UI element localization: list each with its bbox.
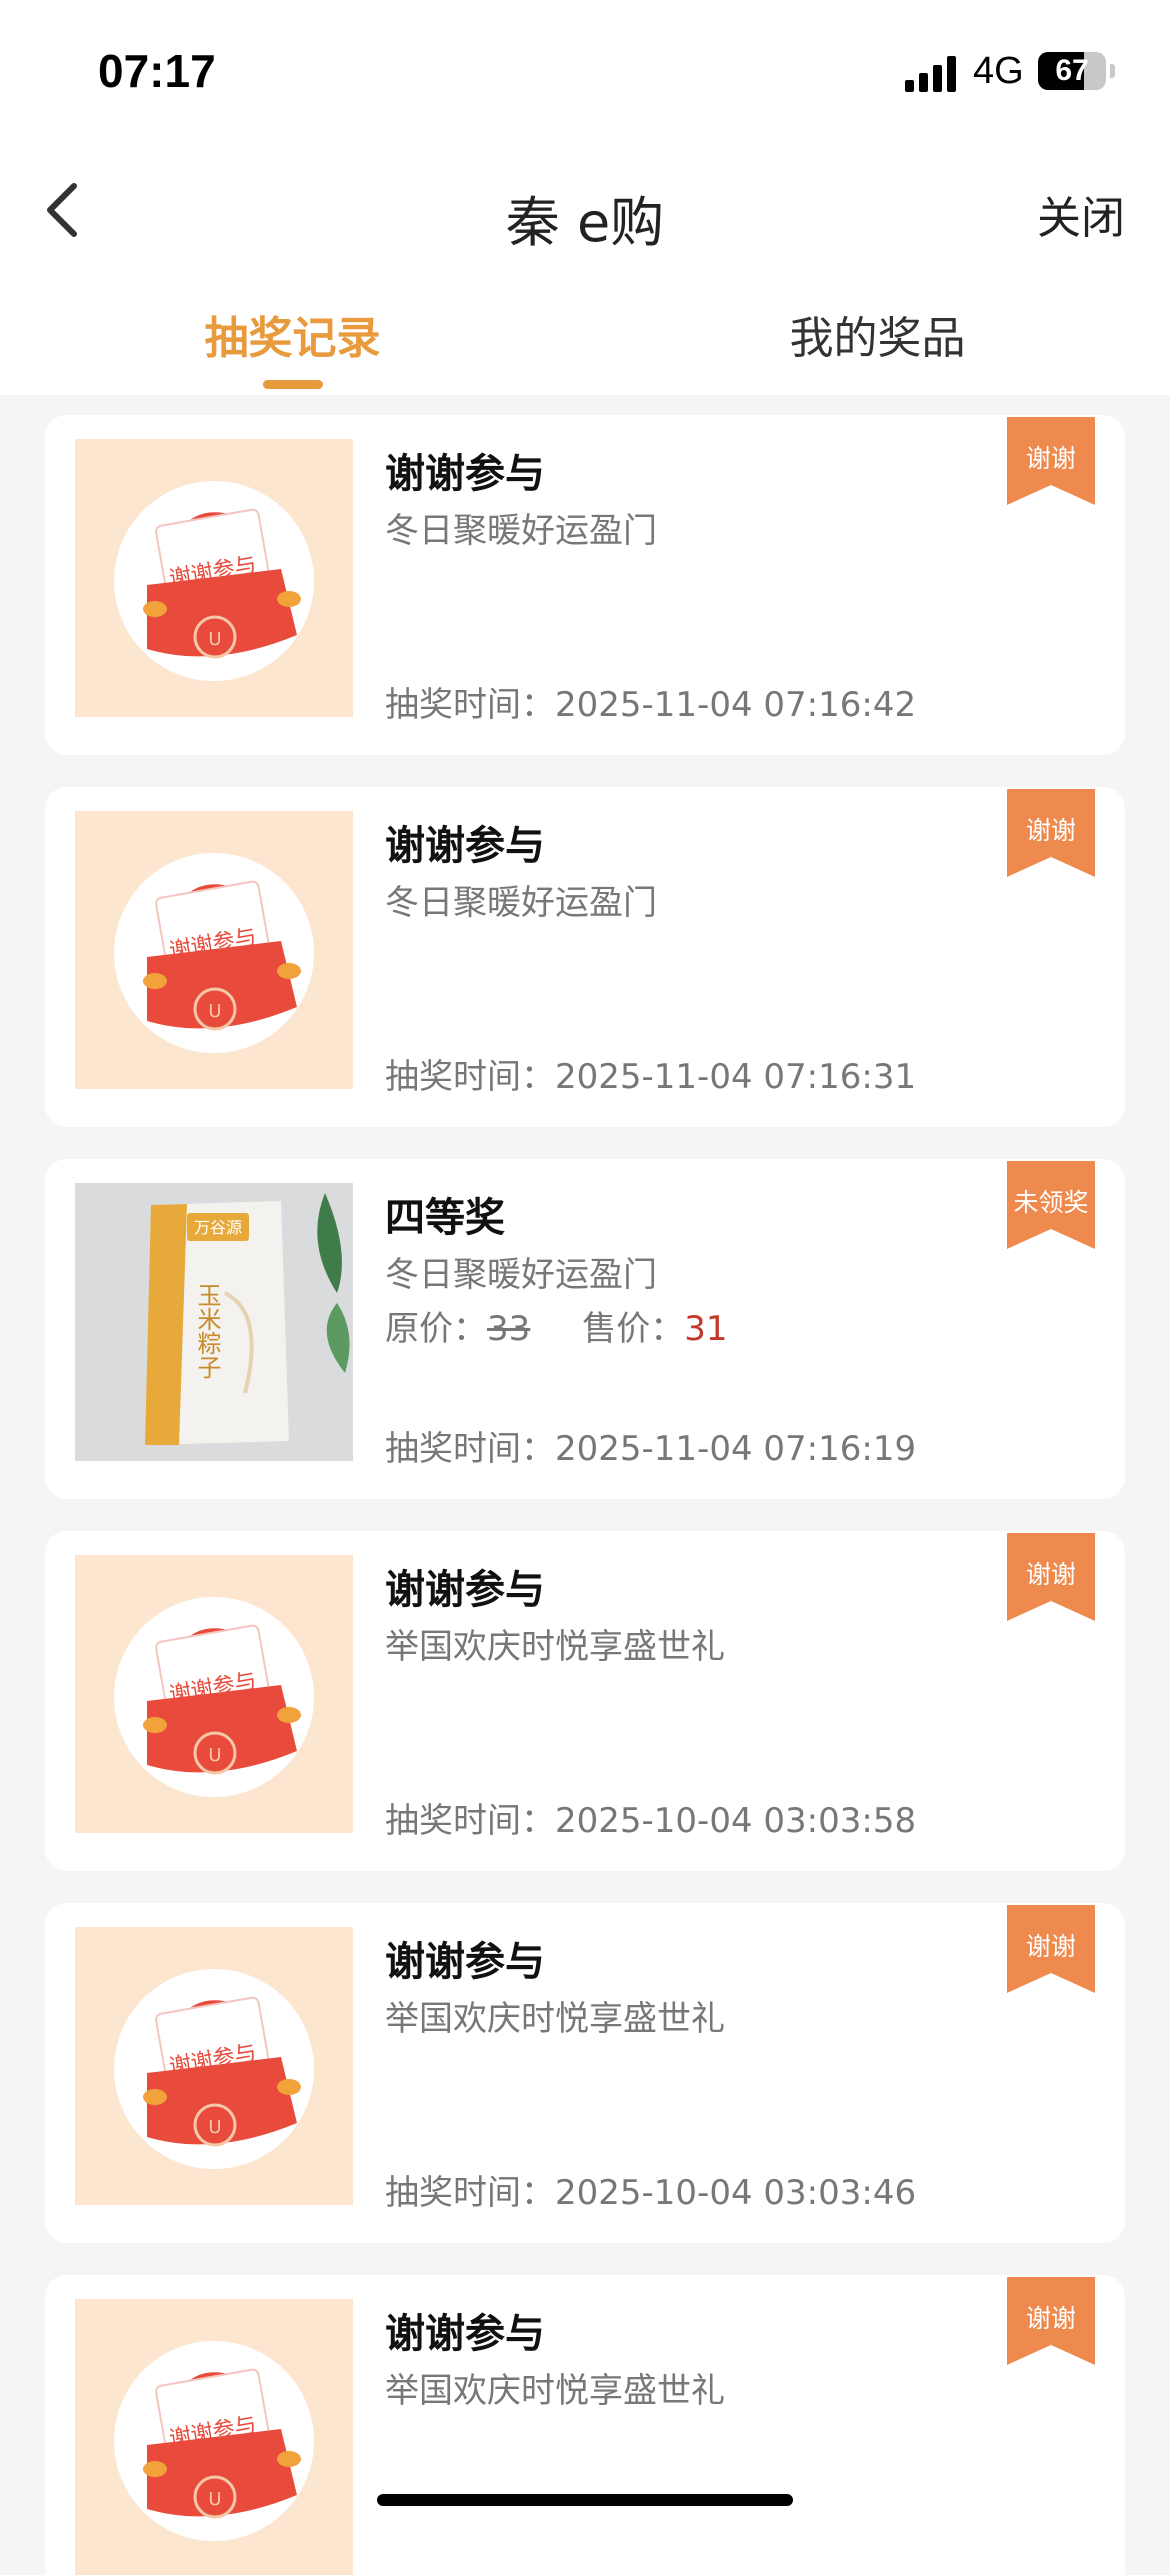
draw-time: 抽奖时间：2025-10-04 03:03:58 bbox=[385, 1801, 917, 1841]
svg-text:U: U bbox=[208, 2117, 221, 2138]
thanks-envelope-image: 谢谢参与 U bbox=[75, 811, 353, 1089]
status-badge: 谢谢 bbox=[1007, 417, 1095, 505]
activity-name: 举国欢庆时悦享盛世礼 bbox=[385, 2371, 725, 2411]
draw-time: 抽奖时间：2025-10-04 03:03:46 bbox=[385, 2173, 917, 2213]
tab-bar: 抽奖记录 我的奖品 bbox=[0, 280, 1170, 395]
status-badge: 谢谢 bbox=[1007, 1905, 1095, 1993]
activity-name: 举国欢庆时悦享盛世礼 bbox=[385, 1999, 725, 2039]
tab-draw-records[interactable]: 抽奖记录 bbox=[0, 302, 585, 366]
svg-text:玉米粽子: 玉米粽子 bbox=[193, 1283, 221, 1379]
signal-icon bbox=[905, 56, 957, 92]
record-card[interactable]: 谢谢参与 U 谢谢参与 冬日聚暖好运盈门 抽奖时间：2025-11-04 07:… bbox=[45, 415, 1125, 755]
activity-name: 冬日聚暖好运盈门 bbox=[385, 883, 657, 923]
svg-text:U: U bbox=[208, 1001, 221, 1022]
prize-name: 谢谢参与 bbox=[385, 1567, 545, 1613]
product-image: 万谷源 玉米粽子 bbox=[75, 1183, 353, 1461]
svg-text:万谷源: 万谷源 bbox=[194, 1218, 242, 1237]
active-tab-indicator bbox=[263, 380, 323, 389]
activity-name: 举国欢庆时悦享盛世礼 bbox=[385, 1627, 725, 1667]
thanks-envelope-image: 谢谢参与 U bbox=[75, 2299, 353, 2575]
status-badge: 未领奖 bbox=[1007, 1161, 1095, 1249]
status-badge-label: 未领奖 bbox=[1013, 1188, 1089, 1217]
svg-text:U: U bbox=[208, 2489, 221, 2510]
battery-percent: 67 bbox=[1055, 54, 1089, 87]
draw-time: 抽奖时间：2025-11-04 07:16:31 bbox=[385, 1057, 917, 1097]
network-type: 4G bbox=[973, 50, 1024, 92]
nav-bar: 秦 e购 关闭 bbox=[0, 140, 1170, 280]
status-badge-label: 谢谢 bbox=[1025, 444, 1076, 473]
prize-name: 四等奖 bbox=[385, 1195, 505, 1241]
prize-name: 谢谢参与 bbox=[385, 1939, 545, 1985]
prize-name: 谢谢参与 bbox=[385, 451, 545, 497]
draw-time: 抽奖时间：2025-11-04 07:16:42 bbox=[385, 685, 917, 725]
activity-name: 冬日聚暖好运盈门 bbox=[385, 511, 657, 551]
thanks-envelope-image: 谢谢参与 U bbox=[75, 1927, 353, 2205]
battery-cap bbox=[1110, 64, 1115, 78]
status-bar: 07:17 4G 67 bbox=[0, 0, 1170, 140]
home-indicator[interactable] bbox=[377, 2494, 793, 2506]
svg-text:U: U bbox=[208, 629, 221, 650]
record-card[interactable]: 谢谢参与 U 谢谢参与 举国欢庆时悦享盛世礼 谢谢 bbox=[45, 2275, 1125, 2575]
sale-price: 31 bbox=[684, 1309, 728, 1349]
battery-icon: 67 bbox=[1038, 52, 1106, 90]
record-card[interactable]: 万谷源 玉米粽子 四等奖 冬日聚暖好运盈门 原价：33 售价：31 抽奖时间：20… bbox=[45, 1159, 1125, 1499]
thanks-envelope-image: 谢谢参与 U bbox=[75, 439, 353, 717]
prize-name: 谢谢参与 bbox=[385, 2311, 545, 2357]
svg-text:U: U bbox=[208, 1745, 221, 1766]
close-button[interactable]: 关闭 bbox=[1037, 182, 1125, 246]
status-badge: 谢谢 bbox=[1007, 2277, 1095, 2365]
status-badge: 谢谢 bbox=[1007, 1533, 1095, 1621]
record-card[interactable]: 谢谢参与 U 谢谢参与 举国欢庆时悦享盛世礼 抽奖时间：2025-10-04 0… bbox=[45, 1903, 1125, 2243]
status-badge-label: 谢谢 bbox=[1025, 1932, 1076, 1961]
status-badge-label: 谢谢 bbox=[1025, 816, 1076, 845]
status-time: 07:17 bbox=[98, 45, 216, 97]
record-card[interactable]: 谢谢参与 U 谢谢参与 冬日聚暖好运盈门 抽奖时间：2025-11-04 07:… bbox=[45, 787, 1125, 1127]
page-title: 秦 e购 bbox=[505, 191, 665, 254]
draw-time: 抽奖时间：2025-11-04 07:16:19 bbox=[385, 1429, 917, 1469]
original-price-label: 原价： bbox=[385, 1309, 487, 1349]
original-price: 33 bbox=[487, 1309, 531, 1349]
price-row: 原价：33 售价：31 bbox=[385, 1301, 728, 1350]
sale-price-label: 售价： bbox=[582, 1309, 685, 1349]
status-badge-label: 谢谢 bbox=[1025, 1560, 1076, 1589]
thanks-envelope-image: 谢谢参与 U bbox=[75, 1555, 353, 1833]
status-badge: 谢谢 bbox=[1007, 789, 1095, 877]
activity-name: 冬日聚暖好运盈门 bbox=[385, 1255, 657, 1295]
tab-my-prizes[interactable]: 我的奖品 bbox=[585, 302, 1170, 366]
prize-name: 谢谢参与 bbox=[385, 823, 545, 869]
status-badge-label: 谢谢 bbox=[1025, 2304, 1076, 2333]
record-card[interactable]: 谢谢参与 U 谢谢参与 举国欢庆时悦享盛世礼 抽奖时间：2025-10-04 0… bbox=[45, 1531, 1125, 1871]
